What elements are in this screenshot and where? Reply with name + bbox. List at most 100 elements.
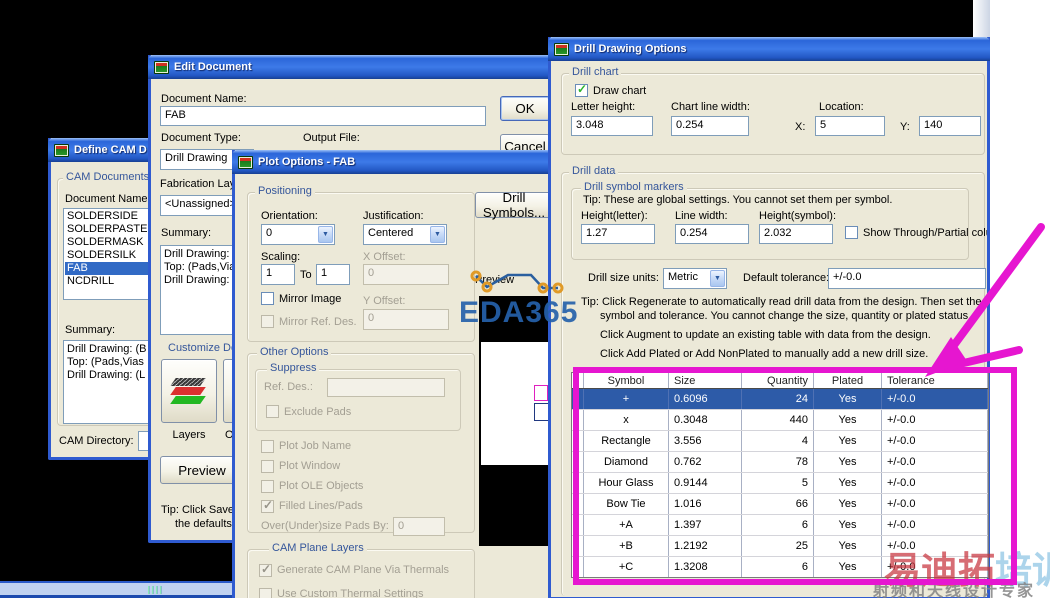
height-symbol-label: Height(symbol): [759,210,837,222]
table-row[interactable]: Diamond 0.762 78 Yes +/-0.0 [572,452,988,473]
checkbox-label: Plot Job Name [279,440,352,452]
checkbox-icon [845,226,858,239]
scrollbar-grip[interactable] [148,586,162,594]
cell: 1.016 [669,494,742,514]
cell: +/-0.0 [882,494,988,514]
chart-line-width-label: Chart line width: [671,101,750,113]
table-row[interactable]: +A 1.397 6 Yes +/-0.0 [572,515,988,536]
scale-to-label: To [300,269,312,281]
default-tolerance-field[interactable]: +/-0.0 [828,268,986,289]
window-title: Edit Document [174,61,252,73]
preview-label: Preview [475,274,515,286]
row-selector [572,473,584,493]
checkbox-label: Generate CAM Plane Via Thermals [277,564,450,576]
drill-size-units-value: Metric [668,271,698,283]
plot-options-dialog: Plot Options - FAB Positioning Orientati… [232,150,562,598]
height-letter-field[interactable]: 1.27 [581,224,655,244]
cell: 0.9144 [669,473,742,493]
y-offset-label: Y Offset: [363,295,406,307]
brand-tagline-watermark: 射频和天线设计专家 [873,581,1036,598]
cell: Yes [814,389,882,409]
location-y-field[interactable]: 140 [919,116,981,136]
cell: Yes [814,557,882,577]
chevron-down-icon[interactable]: ▼ [430,226,445,243]
cell: +A [584,515,669,535]
table-row[interactable]: Bow Tie 1.016 66 Yes +/-0.0 [572,494,988,515]
checkbox-use-custom-thermal-settings: Use Custom Thermal Settings [259,582,449,598]
cell: +C [584,557,669,577]
letter-height-field[interactable]: 3.048 [571,116,653,136]
drill-options-titlebar[interactable]: Drill Drawing Options [548,37,990,61]
location-x-field[interactable]: 5 [815,116,885,136]
scale-from-field[interactable]: 1 [261,264,295,285]
scale-to-field[interactable]: 1 [316,264,350,285]
row-selector [572,410,584,430]
plot-preview-pane[interactable] [479,296,553,546]
preview-board-outline [481,342,551,465]
plot-options-titlebar[interactable]: Plot Options - FAB [232,150,562,174]
drill-symbols-button[interactable]: Drill Symbols... [475,190,553,220]
cell: 0.3048 [669,410,742,430]
table-row[interactable]: +0.6096 24 Yes +/-0.0 [572,389,988,410]
cell: 24 [742,389,814,409]
output-file-label: Output File: [303,132,360,144]
orientation-dropdown[interactable]: 0 ▼ [261,224,335,245]
oversize-pads-field: 0 [393,517,445,536]
drill-size-units-dropdown[interactable]: Metric ▼ [663,268,727,289]
checkbox-filled-lines-pads: Filled Lines/Pads [261,496,363,516]
checkbox-label: Use Custom Thermal Settings [277,588,424,598]
cell: Yes [814,452,882,472]
preview-magenta-shape [534,385,548,401]
scaling-label: Scaling: [261,251,301,263]
edit-document-titlebar[interactable]: Edit Document [148,55,560,79]
text-line: Click Augment to update an existing tabl… [600,329,931,341]
row-selector [572,557,584,577]
checkbox-icon [261,479,274,493]
line-width-field[interactable]: 0.254 [675,224,749,244]
group-label: Positioning [255,185,315,197]
ok-button[interactable]: OK [500,96,550,121]
eda365-watermark: EDA365 [459,296,579,329]
document-name-label: Document Name [65,193,148,205]
checkbox-icon [261,315,274,328]
y-label: Y: [900,121,910,133]
pads-icon [54,143,69,157]
cell: 1.397 [669,515,742,535]
group-label: Drill data [569,165,619,177]
text-line: Click Add Plated or Add NonPlated to man… [600,348,929,360]
window-title: Drill Drawing Options [574,43,687,55]
ref-des-field [327,378,445,397]
drill-tip-text: Tip: Click Regenerate to automatically r… [581,295,982,361]
chevron-down-icon[interactable]: ▼ [710,270,725,287]
default-tolerance-label: Default tolerance: [743,272,830,284]
group-label: Suppress [267,362,320,374]
cell: 1.3208 [669,557,742,577]
cell: x [584,410,669,430]
checkbox-label: Plot Window [279,460,341,472]
cell: 6 [742,557,814,577]
cell: Bow Tie [584,494,669,514]
row-selector [572,373,584,388]
height-symbol-field[interactable]: 2.032 [759,224,833,244]
cell: 6 [742,515,814,535]
justification-dropdown[interactable]: Centered ▼ [363,224,447,245]
cell: Yes [814,410,882,430]
cell: 440 [742,410,814,430]
checkbox-plot-ole-objects: Plot OLE Objects [261,476,363,496]
cell: +B [584,536,669,556]
table-row[interactable]: Rectangle 3.556 4 Yes +/-0.0 [572,431,988,452]
draw-chart-checkbox[interactable]: Draw chart [575,82,646,97]
table-row[interactable]: x 0.3048 440 Yes +/-0.0 [572,410,988,431]
layers-button[interactable] [161,359,217,423]
table-row[interactable]: Hour Glass 0.9144 5 Yes +/-0.0 [572,473,988,494]
height-letter-label: Height(letter): [581,210,648,222]
mirror-image-checkbox[interactable]: Mirror Image [261,292,341,305]
checkbox-icon [261,498,274,513]
pads-icon [238,155,253,169]
document-name-field[interactable]: FAB [160,106,486,126]
chart-line-width-field[interactable]: 0.254 [671,116,749,136]
cell: 5 [742,473,814,493]
x-offset-field: 0 [363,264,449,285]
show-through-partial-checkbox[interactable]: Show Through/Partial colum [845,226,987,239]
chevron-down-icon[interactable]: ▼ [318,226,333,243]
